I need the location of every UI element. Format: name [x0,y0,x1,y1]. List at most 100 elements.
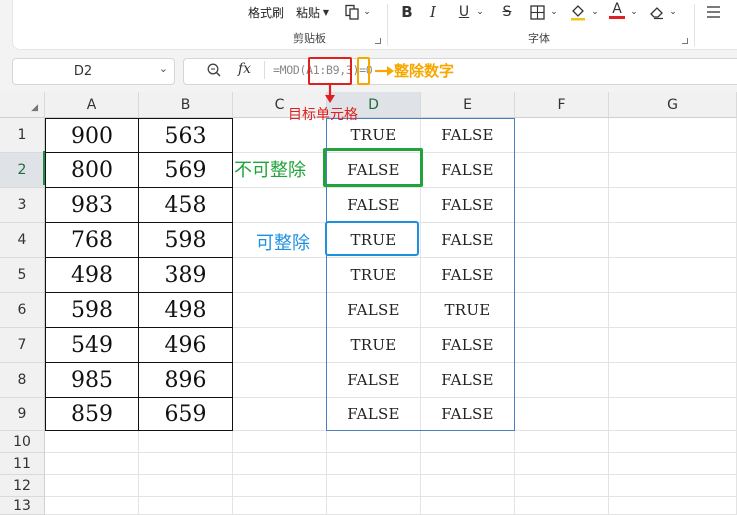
row-header-4[interactable]: 4 [0,223,45,258]
cell-b5[interactable]: 389 [139,258,233,293]
cell-a9[interactable]: 859 [45,398,139,431]
cell-c3[interactable] [233,188,327,223]
cell-b3[interactable]: 458 [139,188,233,223]
zoom-icon[interactable] [206,62,222,82]
cell-f4[interactable] [515,223,609,258]
cell-a10[interactable] [45,431,139,453]
cell-f13[interactable] [515,497,609,515]
cell-a8[interactable]: 985 [45,363,139,398]
cell-c11[interactable] [233,453,327,475]
cell-g12[interactable] [609,475,737,497]
cell-d13[interactable] [327,497,421,515]
border-icon[interactable] [527,2,547,22]
underline-button[interactable]: U [456,2,472,22]
cell-a5[interactable]: 498 [45,258,139,293]
italic-button[interactable]: I [426,2,440,22]
eraser-dropdown-icon[interactable]: ⌄ [668,2,678,22]
cell-e11[interactable] [421,453,515,475]
bold-button[interactable]: B [399,2,415,22]
cell-g8[interactable] [609,363,737,398]
cell-b8[interactable]: 896 [139,363,233,398]
name-box[interactable]: D2 ⌄ [12,58,175,85]
cell-f6[interactable] [515,293,609,328]
paste-dropdown-icon[interactable]: ▼ [321,2,331,22]
row-header-9[interactable]: 9 [0,398,45,431]
cell-f11[interactable] [515,453,609,475]
fill-color-icon[interactable] [568,2,588,22]
row-header-2[interactable]: 2 [0,153,45,188]
fx-icon[interactable]: fx [238,61,251,77]
cell-e10[interactable] [421,431,515,453]
column-header-e[interactable]: E [421,92,515,118]
eraser-icon[interactable] [647,2,667,22]
clipboard-expand-icon[interactable] [375,38,381,44]
cell-f12[interactable] [515,475,609,497]
cell-b12[interactable] [139,475,233,497]
format-painter-button[interactable]: 格式刷 [248,4,284,21]
cell-b10[interactable] [139,431,233,453]
font-color-icon[interactable]: A [607,0,627,20]
cell-f3[interactable] [515,188,609,223]
cell-g7[interactable] [609,328,737,363]
cell-f10[interactable] [515,431,609,453]
cell-c13[interactable] [233,497,327,515]
cell-g10[interactable] [609,431,737,453]
underline-dropdown-icon[interactable]: ⌄ [475,2,485,22]
row-header-11[interactable]: 11 [0,453,45,475]
cell-a12[interactable] [45,475,139,497]
cell-g2[interactable] [609,153,737,188]
cell-d11[interactable] [327,453,421,475]
cell-g4[interactable] [609,223,737,258]
cell-b2[interactable]: 569 [139,153,233,188]
paste-button[interactable]: 粘贴 [296,4,320,21]
cell-a13[interactable] [45,497,139,515]
cell-f9[interactable] [515,398,609,431]
cell-b13[interactable] [139,497,233,515]
row-header-1[interactable]: 1 [0,118,45,153]
select-all-corner[interactable]: ◢ [0,92,45,118]
row-header-6[interactable]: 6 [0,293,45,328]
cell-a6[interactable]: 598 [45,293,139,328]
cell-e13[interactable] [421,497,515,515]
cell-b7[interactable]: 496 [139,328,233,363]
row-header-10[interactable]: 10 [0,431,45,453]
border-dropdown-icon[interactable]: ⌄ [549,2,559,22]
cell-c12[interactable] [233,475,327,497]
row-header-3[interactable]: 3 [0,188,45,223]
cell-g9[interactable] [609,398,737,431]
cell-g13[interactable] [609,497,737,515]
row-header-8[interactable]: 8 [0,363,45,398]
row-header-7[interactable]: 7 [0,328,45,363]
cell-a7[interactable]: 549 [45,328,139,363]
cell-g1[interactable] [609,118,737,153]
column-header-f[interactable]: F [515,92,609,118]
cell-c8[interactable] [233,363,327,398]
font-color-dropdown-icon[interactable]: ⌄ [629,2,639,22]
cell-a3[interactable]: 983 [45,188,139,223]
cell-f1[interactable] [515,118,609,153]
cell-c10[interactable] [233,431,327,453]
row-header-5[interactable]: 5 [0,258,45,293]
copy-icon[interactable] [341,2,363,22]
cell-b4[interactable]: 598 [139,223,233,258]
cell-a4[interactable]: 768 [45,223,139,258]
row-header-12[interactable]: 12 [0,475,45,497]
cell-c5[interactable] [233,258,327,293]
cell-g6[interactable] [609,293,737,328]
cell-d12[interactable] [327,475,421,497]
chevron-down-icon[interactable]: ⌄ [159,62,168,75]
align-icon[interactable] [703,2,723,22]
cell-b9[interactable]: 659 [139,398,233,431]
cell-f7[interactable] [515,328,609,363]
cell-g5[interactable] [609,258,737,293]
cell-a11[interactable] [45,453,139,475]
column-header-b[interactable]: B [139,92,233,118]
copy-dropdown-icon[interactable]: ⌄ [362,2,372,22]
cell-f8[interactable] [515,363,609,398]
cell-g3[interactable] [609,188,737,223]
cell-f5[interactable] [515,258,609,293]
column-header-g[interactable]: G [609,92,737,118]
cell-c6[interactable] [233,293,327,328]
formula-input[interactable] [183,58,737,85]
font-expand-icon[interactable] [682,38,688,44]
